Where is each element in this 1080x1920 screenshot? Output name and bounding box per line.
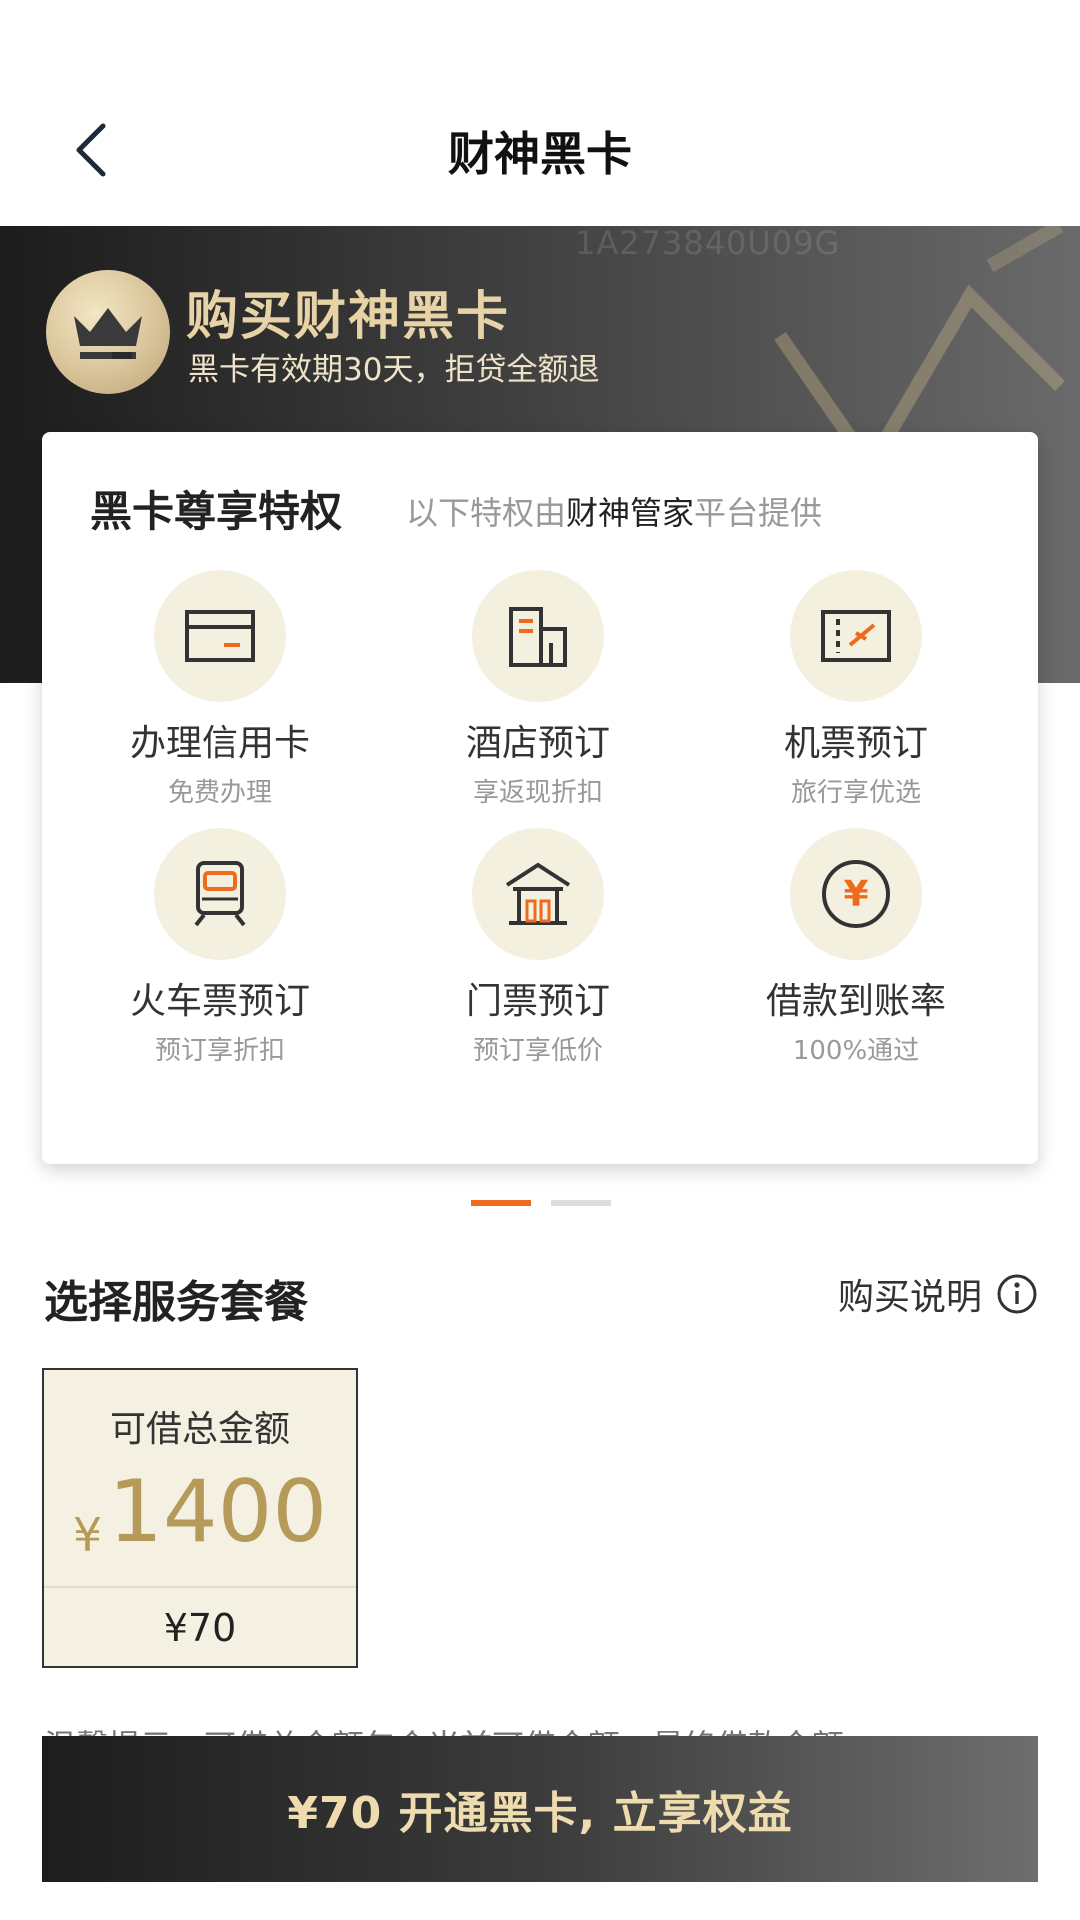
open-black-card-button[interactable]: ¥70 开通黑卡, 立享权益 (42, 1736, 1038, 1882)
privilege-label: 机票预订 (783, 723, 928, 764)
package-label: 可借总金额 (109, 1409, 290, 1450)
privilege-label: 火车票预订 (129, 981, 310, 1022)
privilege-label: 办理信用卡 (129, 723, 310, 764)
train-icon (194, 861, 246, 927)
privilege-icon-circle (154, 570, 286, 702)
flight-ticket-icon (821, 610, 891, 662)
privilege-icon-circle (472, 828, 604, 960)
privilege-desc: 100%通过 (792, 1036, 920, 1066)
crown-icon (74, 308, 142, 359)
privilege-desc: 免费办理 (167, 778, 272, 808)
nav-bar: 财神黑卡 (0, 0, 1080, 226)
page-title: 财神黑卡 (448, 127, 632, 181)
package-amount-value: 1400 (108, 1462, 328, 1562)
privileges-heading: 黑卡尊享特权 (90, 487, 343, 536)
privileges-subtitle-post: 平台提供 (694, 494, 823, 532)
privilege-icon-circle (154, 828, 286, 960)
section-title: 选择服务套餐 (44, 1277, 308, 1328)
privilege-icon-circle: ¥ (790, 828, 922, 960)
banner-subtitle: 黑卡有效期30天，拒贷全额退 (188, 352, 600, 388)
package-card[interactable]: 可借总金额 ¥1400 ¥70 (42, 1368, 358, 1668)
privilege-icon-circle (472, 570, 604, 702)
package-divider (44, 1586, 356, 1588)
carousel-pager (471, 1200, 611, 1206)
buy-info-label: 购买说明 (837, 1277, 982, 1318)
hotel-icon (509, 607, 567, 667)
privilege-desc: 预订享折扣 (154, 1036, 285, 1066)
package-currency: ¥ (72, 1508, 103, 1562)
privilege-item-flight[interactable]: 机票预订 旅行享优选 (706, 570, 1006, 809)
privileges-subtitle: 以下特权由财神管家平台提供 (406, 488, 822, 534)
privilege-desc: 享返现折扣 (472, 778, 603, 808)
privileges-subtitle-pre: 以下特权由 (406, 494, 567, 532)
cta-label: ¥70 开通黑卡, 立享权益 (287, 1788, 793, 1839)
privilege-label: 门票预订 (465, 981, 610, 1022)
banner-title: 购买财神黑卡 (186, 287, 511, 347)
pager-dot-active[interactable] (471, 1200, 531, 1206)
info-icon (997, 1274, 1037, 1314)
privileges-subtitle-highlight: 财神管家 (566, 494, 695, 532)
privileges-card: 黑卡尊享特权 以下特权由财神管家平台提供 办理信用卡 免费办理 酒店预订 享返现… (42, 432, 1038, 1164)
buy-info-link[interactable]: 购买说明 (838, 1268, 1038, 1320)
privilege-item-ticket[interactable]: 门票预订 预订享低价 (388, 828, 688, 1067)
yuan-coin-icon: ¥ (822, 860, 890, 928)
package-amount: ¥1400 (44, 1462, 356, 1562)
pager-dot[interactable] (551, 1200, 611, 1206)
privilege-item-loan-rate[interactable]: ¥ 借款到账率 100%通过 (706, 828, 1006, 1067)
privilege-desc: 旅行享优选 (790, 778, 921, 808)
privilege-label: 酒店预订 (465, 723, 610, 764)
privilege-item-train[interactable]: 火车票预订 预订享折扣 (70, 828, 370, 1067)
privilege-desc: 预订享低价 (472, 1036, 603, 1066)
privilege-item-hotel[interactable]: 酒店预订 享返现折扣 (388, 570, 688, 809)
pavilion-icon (505, 862, 571, 925)
privilege-icon-circle (790, 570, 922, 702)
svg-text:¥: ¥ (843, 874, 868, 915)
privilege-label: 借款到账率 (765, 981, 946, 1022)
package-price: ¥70 (163, 1606, 237, 1650)
crown-badge (46, 270, 170, 394)
privilege-item-credit-card[interactable]: 办理信用卡 免费办理 (70, 570, 370, 809)
credit-card-icon (185, 610, 255, 662)
